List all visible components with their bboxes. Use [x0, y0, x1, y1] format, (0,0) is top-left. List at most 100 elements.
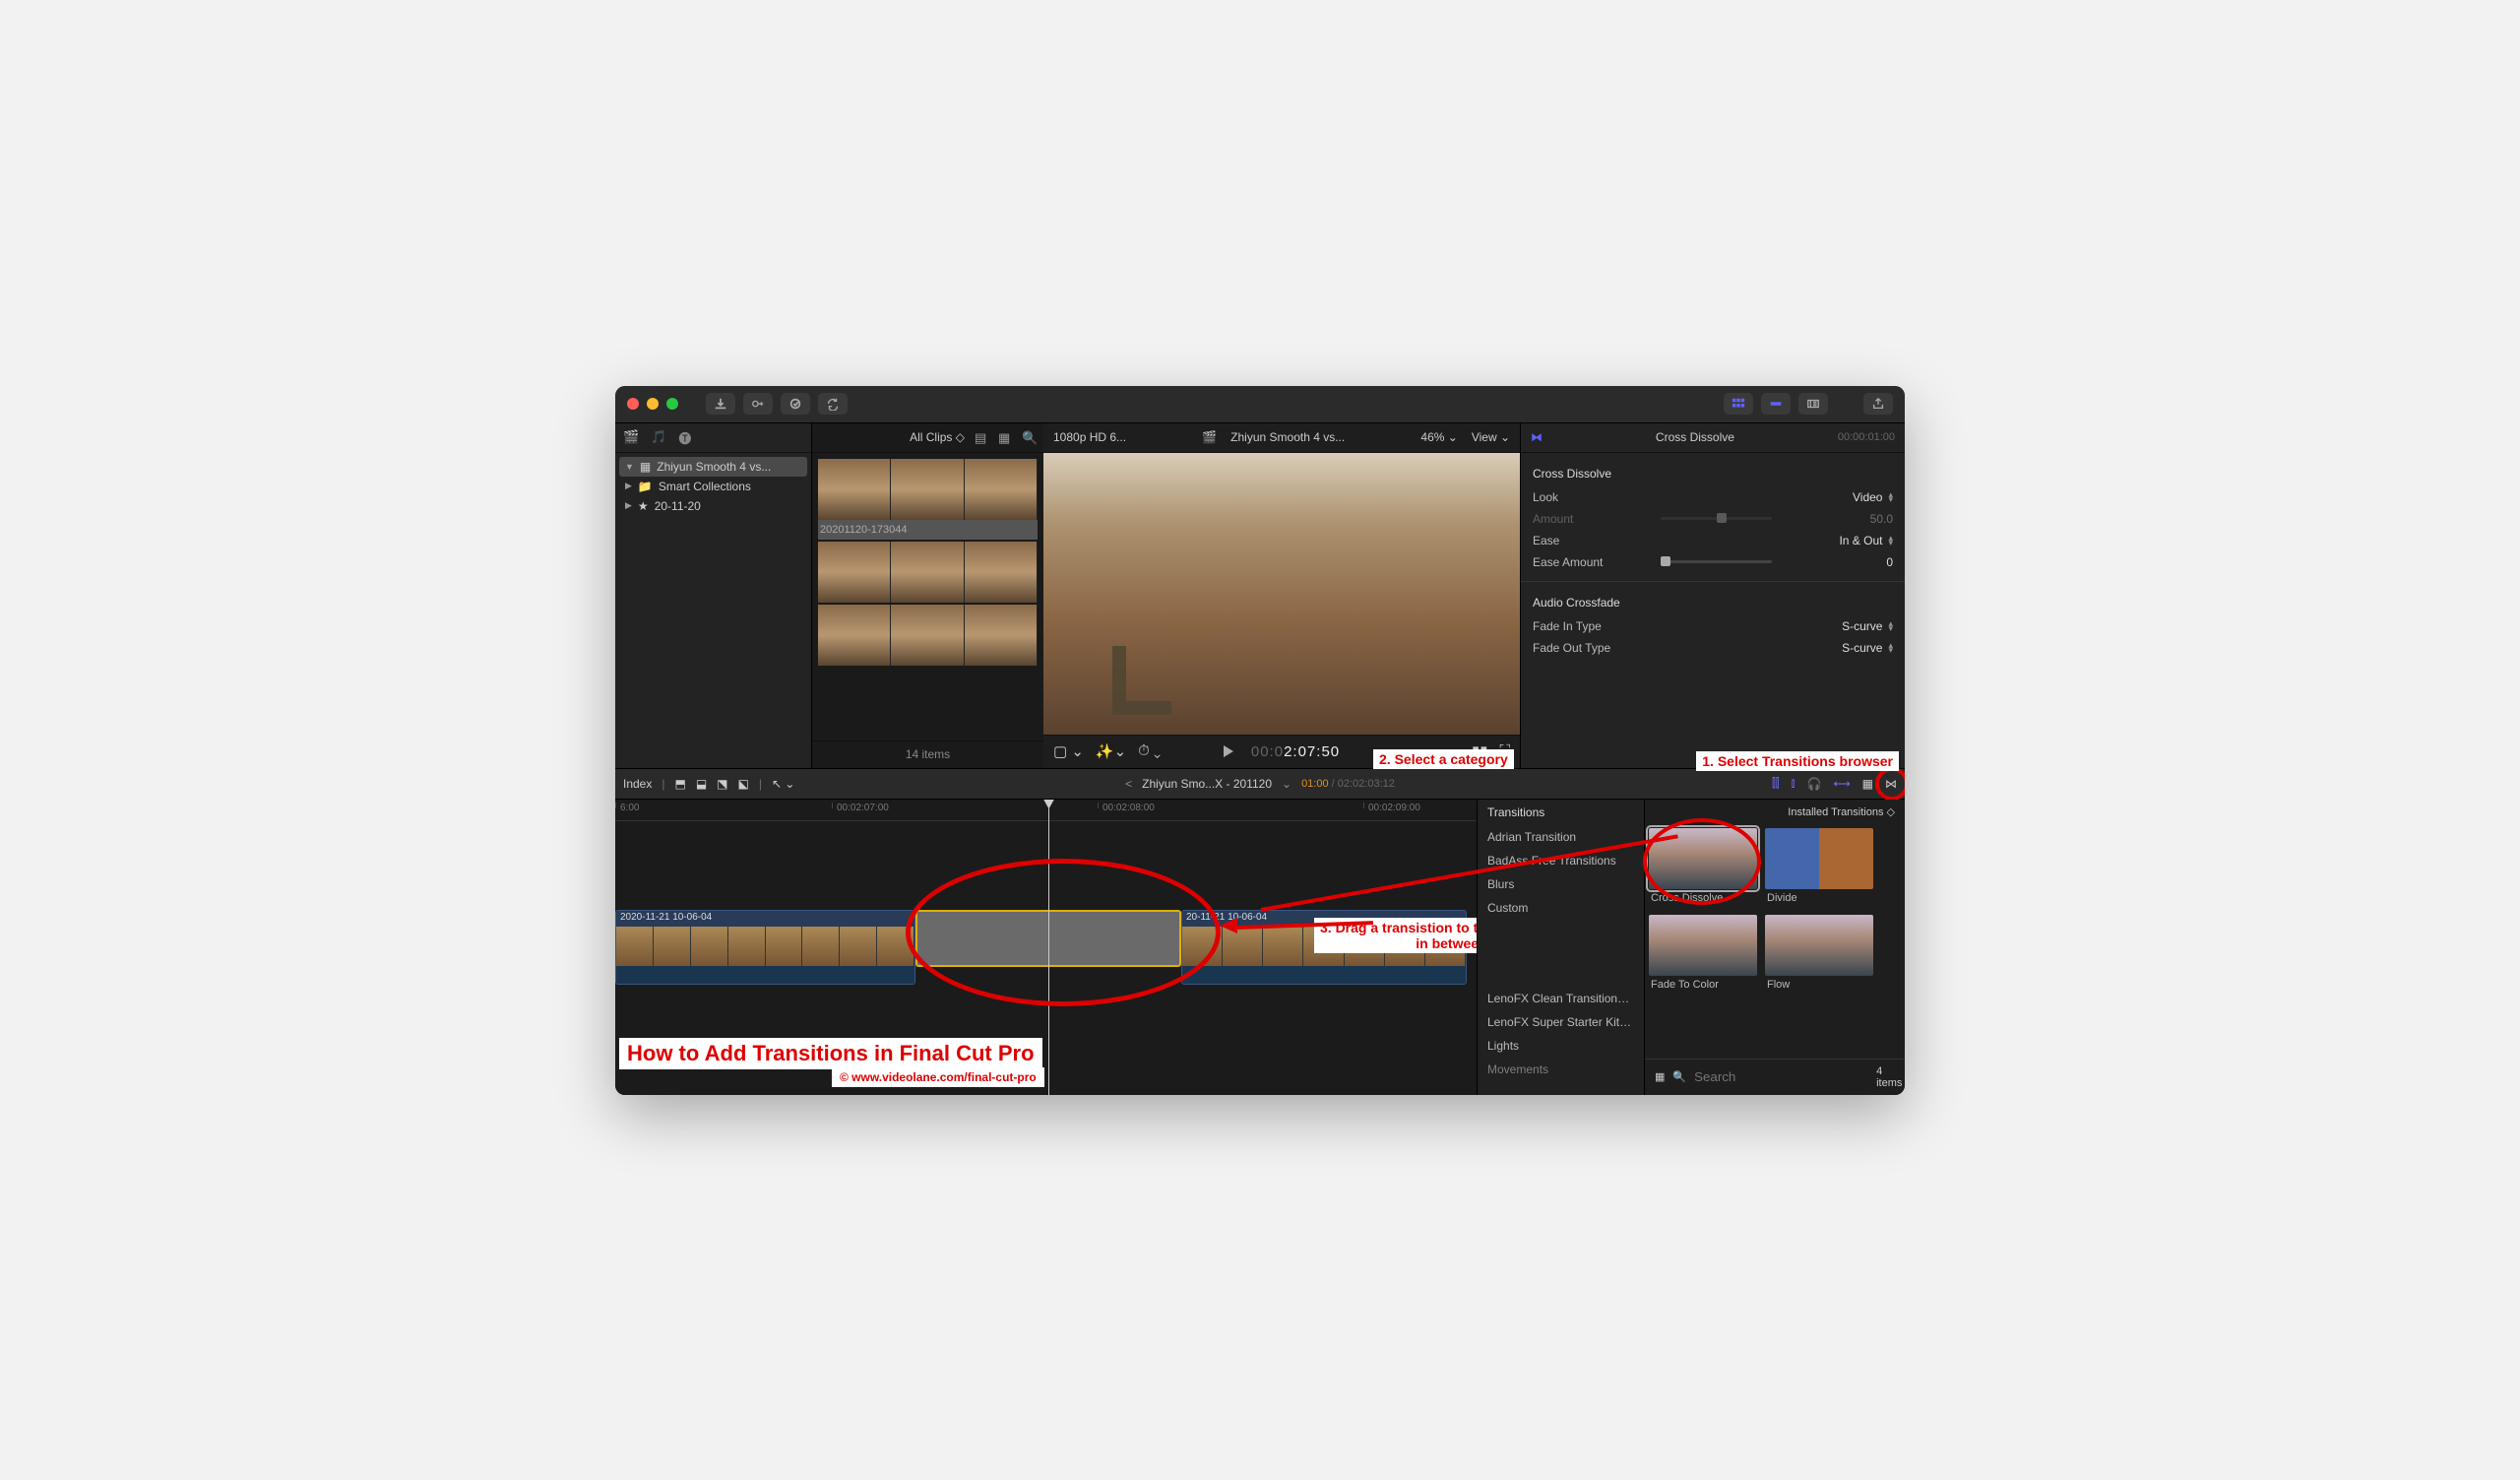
category-item[interactable]: Blurs [1478, 872, 1644, 896]
timeline-clip[interactable]: 2020-11-21 10-06-04 [615, 910, 915, 985]
zoom-dropdown[interactable]: 46% ⌄ [1420, 430, 1457, 444]
fade-out-dropdown[interactable]: S-curve▴▾ [1651, 641, 1893, 655]
transitions-grid-panel: Installed Transitions ◇ Cross Dissolve D… [1644, 800, 1905, 1095]
library-music-tab-icon[interactable]: 🎵 [651, 429, 666, 445]
list-view-icon[interactable]: ▦ [998, 430, 1012, 444]
layout-photos-button[interactable] [1724, 393, 1753, 415]
library-date-row[interactable]: ▶ ★ 20-11-20 [615, 496, 811, 516]
disclosure-icon: ▼ [625, 462, 634, 472]
annotation-1: 1. Select Transitions browser [1696, 751, 1899, 771]
clip-label: 20201120-173044 [818, 520, 1038, 540]
event-name: Zhiyun Smooth 4 vs... [657, 460, 771, 474]
background-tasks-button[interactable] [781, 393, 810, 415]
effects-browser-icon[interactable]: ▦ [1862, 777, 1873, 791]
clip-browser: All Clips ◇ ▤ ▦ 🔍 20201120-173044 14 ite… [812, 423, 1043, 768]
clip-thumbnail[interactable] [818, 605, 1038, 666]
transitions-browser-icon[interactable]: ⋈ [1885, 777, 1897, 791]
ease-dropdown[interactable]: In & Out▴▾ [1651, 534, 1893, 547]
maximize-window-button[interactable] [666, 398, 678, 410]
skimming-icon[interactable]: ⫿⫿ [1772, 776, 1780, 791]
layout-inspector-button[interactable] [1798, 393, 1828, 415]
category-item[interactable]: LenoFX Clean Transitions F... [1478, 987, 1644, 1010]
inspector-section-title: Cross Dissolve [1521, 461, 1905, 486]
tutorial-title: How to Add Transitions in Final Cut Pro [619, 1038, 1042, 1069]
solo-icon[interactable]: 🎧 [1807, 777, 1822, 791]
annotation-circle [1643, 818, 1761, 905]
transition-categories-panel: Transitions Adrian Transition BadAss Fre… [1477, 800, 1644, 1095]
ease-amount-value[interactable]: 0 [1782, 555, 1893, 569]
index-button[interactable]: Index [623, 777, 652, 791]
audio-skimming-icon[interactable]: ⫾ [1792, 776, 1796, 791]
filmstrip-view-icon[interactable]: ▤ [975, 430, 988, 444]
library-tabs: 🎬 🎵 🅣 [615, 423, 811, 453]
ease-amount-slider[interactable] [1661, 560, 1772, 563]
project-title[interactable]: Zhiyun Smo...X - 201120 [1142, 777, 1272, 791]
inspector-duration: 00:00:01:00 [1838, 431, 1895, 443]
search-icon[interactable]: 🔍 [1022, 430, 1036, 444]
play-button[interactable] [1224, 745, 1233, 757]
overwrite-clip-icon[interactable]: ⬕ [738, 777, 749, 791]
amount-value[interactable]: 50.0 [1782, 512, 1893, 526]
share-button[interactable] [1863, 393, 1893, 415]
viewer-canvas[interactable] [1043, 453, 1520, 735]
connect-clip-icon[interactable]: ⬒ [674, 777, 685, 791]
refresh-button[interactable] [818, 393, 848, 415]
category-item[interactable]: Lights [1478, 1034, 1644, 1058]
keyword-button[interactable] [743, 393, 773, 415]
enhance-tool-icon[interactable]: ✨⌄ [1096, 742, 1126, 760]
amount-slider[interactable] [1661, 517, 1772, 520]
tutorial-credit: © www.videolane.com/final-cut-pro [832, 1067, 1044, 1087]
transition-inspector-icon: ⧓ [1531, 430, 1543, 444]
retime-tool-icon[interactable]: ⏱ ⌄ [1138, 742, 1161, 760]
library-event-row[interactable]: ▼ ▦ Zhiyun Smooth 4 vs... [619, 457, 807, 477]
layout-timeline-button[interactable] [1761, 393, 1791, 415]
ruler-tick: 00:02:09:00 [1363, 803, 1420, 808]
look-label: Look [1533, 490, 1651, 504]
transition-name: Flow [1765, 976, 1873, 994]
annotation-oval [906, 859, 1221, 1006]
prev-edit-icon[interactable]: < [1125, 777, 1132, 791]
event-icon: ▦ [640, 460, 651, 474]
viewer-title: Zhiyun Smooth 4 vs... [1230, 430, 1345, 444]
insert-clip-icon[interactable]: ⬓ [696, 777, 707, 791]
inspector-title: Cross Dissolve [1552, 430, 1838, 444]
library-titles-tab-icon[interactable]: 🅣 [678, 428, 691, 447]
transform-tool-icon[interactable]: ▢ ⌄ [1053, 742, 1084, 760]
transition-search-input[interactable] [1694, 1069, 1868, 1084]
ease-label: Ease [1533, 534, 1651, 547]
category-item[interactable]: Custom [1478, 896, 1644, 920]
video-frame [1043, 453, 1520, 735]
clip-filter-dropdown[interactable]: All Clips ◇ [910, 430, 965, 444]
transition-thumbnail[interactable]: Fade To Color [1649, 915, 1757, 994]
transition-thumbnail[interactable]: Flow [1765, 915, 1873, 994]
snapping-icon[interactable]: ⟷ [1833, 777, 1850, 791]
ruler-tick: 00:02:08:00 [1098, 803, 1155, 808]
append-clip-icon[interactable]: ⬔ [717, 777, 727, 791]
minimize-window-button[interactable] [647, 398, 659, 410]
category-item[interactable]: Movements [1478, 1058, 1644, 1081]
select-tool-dropdown[interactable]: ↖ ⌄ [772, 777, 794, 791]
view-dropdown[interactable]: View ⌄ [1472, 430, 1510, 444]
titlebar [615, 386, 1905, 423]
disclosure-icon: ▶ [625, 481, 632, 491]
clip-thumbnail[interactable] [818, 542, 1038, 603]
library-smart-collections-row[interactable]: ▶ 📁 Smart Collections [615, 477, 811, 496]
category-item[interactable]: LenoFX Super Starter Kit 3.... [1478, 1010, 1644, 1034]
categories-header[interactable]: Transitions [1478, 800, 1644, 825]
viewer-panel: 1080p HD 6... 🎬 Zhiyun Smooth 4 vs... 46… [1043, 423, 1521, 768]
fade-out-label: Fade Out Type [1533, 641, 1651, 655]
timeline-area[interactable]: 6:00 00:02:07:00 00:02:08:00 00:02:09:00… [615, 800, 1477, 1095]
search-icon: 🔍 [1672, 1070, 1686, 1083]
fade-in-dropdown[interactable]: S-curve▴▾ [1651, 619, 1893, 633]
traffic-lights [627, 398, 678, 410]
clip-thumbnail[interactable]: 20201120-173044 [818, 459, 1038, 540]
import-button[interactable] [706, 393, 735, 415]
clapper-icon: 🎬 [1202, 430, 1217, 444]
grid-list-toggle-icon[interactable]: ▦ [1655, 1070, 1665, 1083]
close-window-button[interactable] [627, 398, 639, 410]
library-media-tab-icon[interactable]: 🎬 [623, 429, 639, 445]
annotation-circle [1875, 767, 1905, 801]
transition-thumbnail[interactable]: Divide [1765, 828, 1873, 907]
look-dropdown[interactable]: Video▴▾ [1651, 490, 1893, 504]
inspector-panel: ⧓ Cross Dissolve 00:00:01:00 Cross Disso… [1521, 423, 1905, 768]
